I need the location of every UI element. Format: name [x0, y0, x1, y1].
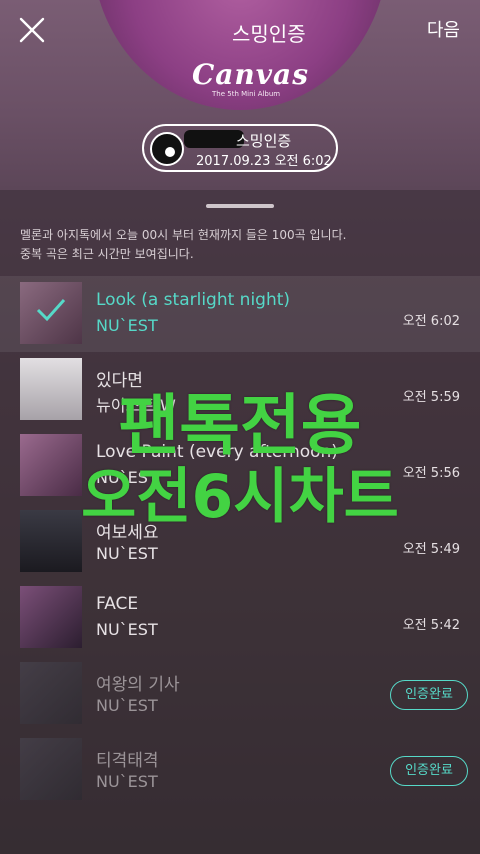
track-row[interactable]: 티격태격 NU`EST 인증완료 — [0, 732, 480, 808]
album-thumbnail — [20, 662, 82, 724]
album-thumbnail — [20, 510, 82, 572]
close-button[interactable] — [14, 12, 50, 48]
track-row[interactable]: FACE NU`EST 오전 5:42 — [0, 580, 480, 656]
track-title: 여보세요 — [96, 523, 159, 543]
track-time: 오전 5:56 — [402, 466, 460, 481]
track-list: Look (a starlight night) NU`EST 오전 6:02 … — [0, 276, 480, 808]
notice-line-2: 중복 곡은 최근 시간만 보여집니다. — [20, 247, 194, 261]
notice-line-1: 멜론과 아지톡에서 오늘 00시 부터 현재까지 들은 100곡 입니다. — [20, 228, 347, 242]
next-button[interactable]: 다음 — [427, 16, 460, 42]
track-row[interactable]: Look (a starlight night) NU`EST 오전 6:02 — [0, 276, 480, 352]
track-artist: NU`EST — [96, 772, 158, 791]
track-artist: NU`EST — [96, 544, 158, 563]
album-thumbnail — [20, 282, 82, 344]
check-icon — [36, 298, 66, 322]
album-thumbnail — [20, 358, 82, 420]
track-time: 오전 5:49 — [402, 542, 460, 557]
track-row[interactable]: Love Paint (every afternoon) NU`EST 오전 5… — [0, 428, 480, 504]
certificate-datetime: 2017.09.23 오전 6:02 — [196, 154, 332, 169]
track-title: FACE — [96, 594, 139, 614]
track-title: 티격태격 — [96, 751, 159, 771]
track-title: Love Paint (every afternoon) — [96, 442, 338, 462]
track-artist: NU`EST — [96, 620, 158, 639]
redacted-area — [184, 130, 244, 148]
album-caption: 스밍인증 — [232, 22, 306, 46]
close-icon — [19, 17, 45, 43]
track-title: 여왕의 기사 — [96, 675, 180, 695]
album-art: 스밍인증 Canvas The 5th Mini Album — [92, 0, 388, 110]
album-thumbnail — [20, 738, 82, 800]
track-time: 오전 5:59 — [402, 390, 460, 405]
track-title: 있다면 — [96, 371, 143, 391]
track-row[interactable]: 여보세요 NU`EST 오전 5:49 — [0, 504, 480, 580]
streaming-certificate-badge[interactable]: 스밍인증 2017.09.23 오전 6:02 — [142, 124, 338, 172]
header-area: 스밍인증 Canvas The 5th Mini Album 다음 스밍인증 2… — [0, 0, 480, 190]
album-thumbnail — [20, 434, 82, 496]
track-sheet: 멜론과 아지톡에서 오늘 00시 부터 현재까지 들은 100곡 입니다. 중복… — [0, 190, 480, 854]
track-title: Look (a starlight night) — [96, 290, 291, 310]
album-thumbnail — [20, 586, 82, 648]
verified-badge: 인증완료 — [390, 756, 468, 786]
album-logo: Canvas — [192, 58, 309, 91]
track-artist: NU`EST — [96, 316, 158, 335]
vinyl-disc-icon — [150, 132, 184, 166]
track-time: 오전 6:02 — [402, 314, 460, 329]
notice-text: 멜론과 아지톡에서 오늘 00시 부터 현재까지 들은 100곡 입니다. 중복… — [20, 226, 460, 264]
album-subtitle: The 5th Mini Album — [212, 90, 281, 98]
track-row[interactable]: 있다면 뉴이스트 W 오전 5:59 — [0, 352, 480, 428]
verified-badge: 인증완료 — [390, 680, 468, 710]
track-artist: 뉴이스트 W — [96, 396, 176, 415]
drag-handle[interactable] — [206, 204, 274, 208]
track-time: 오전 5:42 — [402, 618, 460, 633]
certificate-title: 스밍인증 — [236, 132, 292, 150]
track-row[interactable]: 여왕의 기사 NU`EST 인증완료 — [0, 656, 480, 732]
track-artist: NU`EST — [96, 468, 158, 487]
track-artist: NU`EST — [96, 696, 158, 715]
